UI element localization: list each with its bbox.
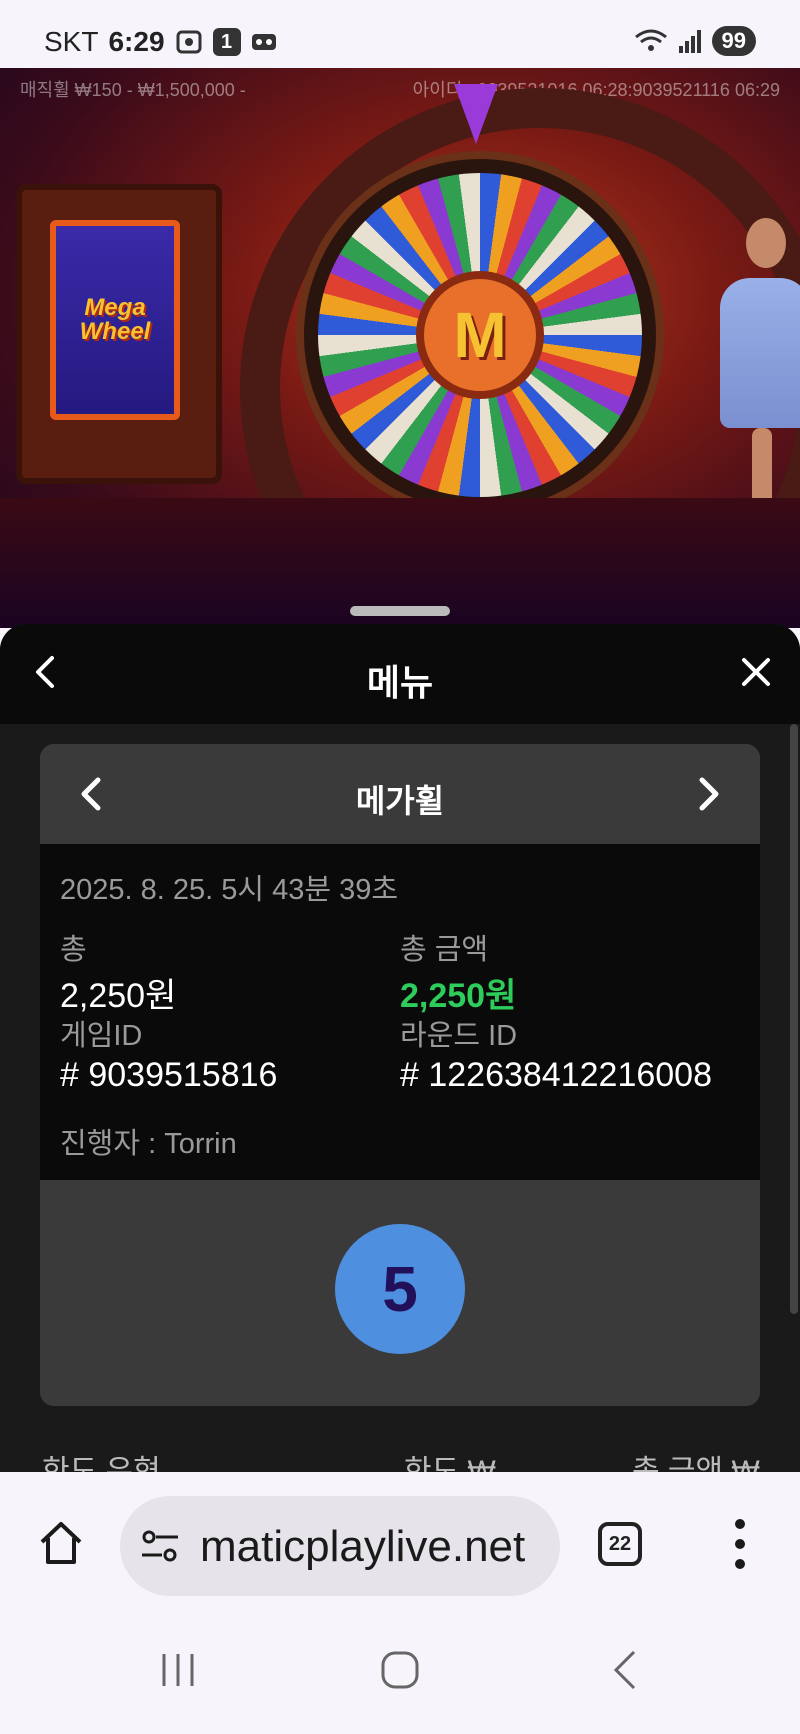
result-ball: 5 (335, 1224, 465, 1354)
next-game-button[interactable] (686, 772, 730, 816)
status-bar: SKT 6:29 1 99 (0, 0, 800, 68)
sheet-drag-handle[interactable] (350, 606, 450, 616)
back-arrow-icon (613, 1650, 636, 1690)
wifi-icon (634, 27, 668, 55)
menu-title: 메뉴 (366, 662, 434, 703)
carrier-label: SKT (44, 26, 99, 57)
wheel-hub: M (416, 271, 544, 399)
browser-home-button[interactable] (36, 1518, 86, 1568)
game-history-header: 메가휠 (40, 744, 760, 844)
game-id-value: # 9039515816 (60, 1056, 278, 1094)
home-button[interactable] (380, 1650, 420, 1690)
mega-wheel: M (296, 151, 664, 519)
game-name: 메가휠 (355, 783, 445, 819)
game-result: 5 (40, 1180, 760, 1406)
more-vertical-icon (735, 1519, 745, 1569)
total-amount-value: 2,250원 (400, 977, 517, 1015)
voicemail-icon (251, 32, 277, 52)
total-amount-label: 총 금액 (400, 934, 489, 966)
home-circle-icon (381, 1651, 419, 1689)
bet-range-text: 매직휠 ₩150 - ₩1,500,000 - (20, 80, 246, 100)
dealer-name: 진행자 : Torrin (60, 1128, 237, 1160)
more-options-button[interactable] (734, 1516, 746, 1572)
url-text[interactable]: maticplaylive.net (200, 1522, 544, 1572)
signal-icon (678, 28, 702, 54)
scrollbar[interactable] (790, 724, 798, 1314)
system-back-button[interactable] (610, 1650, 640, 1690)
total-value: 2,250원 (60, 977, 177, 1015)
battery-indicator: 99 (711, 26, 756, 56)
menu-sheet: 메뉴 메가휠 2025. 8. 25. 5시 43분 39초 총 2,250원 … (0, 624, 800, 1474)
home-icon (40, 1522, 82, 1564)
clock: 6:29 (108, 26, 165, 57)
tab-switcher-button[interactable]: 22 (598, 1522, 642, 1566)
notification-count-badge: 1 (212, 28, 241, 56)
chevron-right-icon (699, 777, 719, 811)
column-total-amount: 총 금액 ₩ (632, 1455, 760, 1474)
mega-wheel-sign: Mega Wheel (16, 184, 222, 484)
menu-header: 메뉴 (0, 624, 800, 724)
limits-table-header: 한도 유형 한도 ₩ 총 금액 ₩ (0, 1446, 800, 1474)
site-settings-icon[interactable] (140, 1528, 180, 1564)
recents-button[interactable] (158, 1650, 198, 1690)
mega-wheel-logo: Mega Wheel (79, 294, 151, 345)
close-icon (742, 658, 770, 686)
column-limit: 한도 ₩ (404, 1455, 496, 1474)
wheel-pointer (454, 84, 498, 144)
game-id-label: 게임ID (60, 1020, 143, 1052)
total-label: 총 (60, 934, 87, 966)
round-id-label: 라운드 ID (400, 1020, 518, 1052)
close-button[interactable] (736, 652, 776, 692)
system-nav-bar (0, 1616, 800, 1734)
stream-info-bar: 매직휠 ₩150 - ₩1,500,000 - 아이디 : 9039521016… (20, 76, 780, 102)
column-limit-type: 한도 유형 (42, 1455, 161, 1474)
live-video-stream[interactable]: 매직휠 ₩150 - ₩1,500,000 - 아이디 : 9039521016… (0, 68, 800, 628)
browser-toolbar: maticplaylive.net 22 (0, 1472, 800, 1616)
game-datetime: 2025. 8. 25. 5시 43분 39초 (60, 874, 399, 906)
game-details: 2025. 8. 25. 5시 43분 39초 총 2,250원 총 금액 2,… (40, 844, 760, 1180)
round-id-value: # 122638412216008 (400, 1056, 712, 1094)
screenshot-icon (175, 29, 203, 55)
address-bar[interactable]: maticplaylive.net (120, 1496, 560, 1596)
recents-icon (162, 1654, 194, 1686)
game-history-card: 메가휠 2025. 8. 25. 5시 43분 39초 총 2,250원 총 금… (40, 744, 760, 1406)
